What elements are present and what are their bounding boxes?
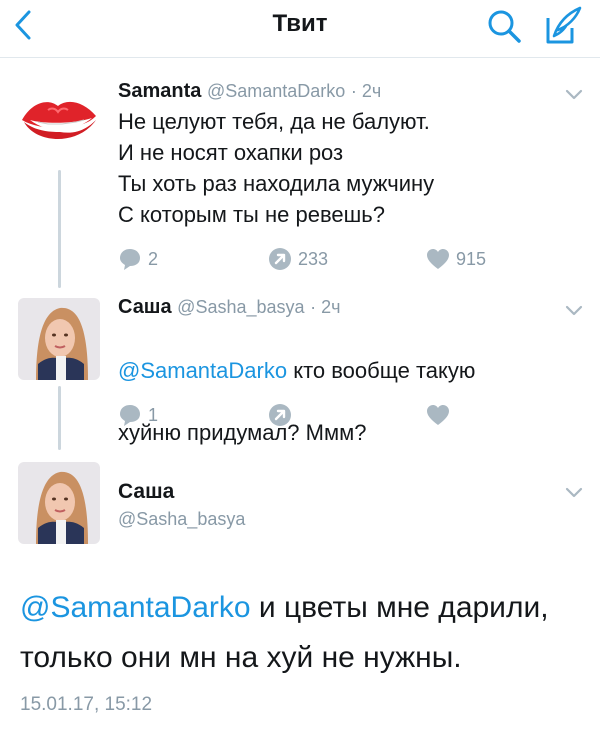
tweet-header: Саша <box>118 480 174 504</box>
reply-button[interactable]: 2 <box>118 246 158 272</box>
compose-button[interactable] <box>540 4 584 48</box>
reply-count: 1 <box>148 404 159 425</box>
profile-photo-icon <box>18 462 100 544</box>
tweet-text: @SamantaDarko кто вообще такую хуйню при… <box>118 324 578 448</box>
reply-icon <box>120 249 140 270</box>
tweet-text-part: кто вообще такую <box>287 358 476 383</box>
display-name[interactable]: Samanta <box>118 80 201 102</box>
thread-line <box>58 386 61 450</box>
chevron-down-icon[interactable] <box>564 88 584 102</box>
lips-icon <box>22 101 96 139</box>
like-button[interactable]: 915 <box>426 246 486 272</box>
handle[interactable]: @Sasha_basya <box>177 297 304 317</box>
avatar-sasha[interactable] <box>18 462 100 544</box>
retweet-button[interactable] <box>268 402 292 428</box>
tweet-header: Саша @Sasha_basya · 2ч <box>118 296 340 319</box>
like-count: 915 <box>456 248 487 269</box>
like-button[interactable] <box>426 402 450 428</box>
tweet-time: · 2ч <box>350 81 382 101</box>
retweet-icon <box>269 404 291 426</box>
display-name[interactable]: Саша <box>118 480 174 503</box>
tweet-time: · 2ч <box>310 297 341 317</box>
chevron-down-icon[interactable] <box>564 304 584 318</box>
top-bar: Твит <box>0 0 600 58</box>
heart-icon <box>427 405 449 425</box>
reply-icon <box>120 405 140 426</box>
handle[interactable]: @SamantaDarko <box>207 81 345 101</box>
search-button[interactable] <box>484 6 524 46</box>
reply-button[interactable]: 1 <box>118 402 158 428</box>
display-name[interactable]: Саша <box>118 296 172 318</box>
heart-icon <box>427 249 449 269</box>
tweet-header: @Sasha_basya <box>118 508 245 531</box>
compose-icon <box>546 6 582 44</box>
tweet-header: Samanta @SamantaDarko · 2ч <box>118 80 381 103</box>
tweet-text: Не целуют тебя, да не балуют. И не носят… <box>118 109 435 227</box>
chevron-down-icon[interactable] <box>564 486 584 500</box>
tweet-samanta[interactable]: Samanta @SamantaDarko · 2ч Не целуют теб… <box>0 58 600 288</box>
mention-link[interactable]: @SamantaDarko <box>118 358 287 383</box>
retweet-count: 233 <box>298 248 329 269</box>
main-tweet-text: @SamantaDarko и цветы мне дарили, только… <box>20 583 590 683</box>
profile-photo-icon <box>18 298 100 380</box>
reply-count: 2 <box>148 248 159 269</box>
retweet-icon <box>269 248 291 270</box>
avatar-sasha[interactable] <box>18 298 100 380</box>
mention-link[interactable]: @SamantaDarko <box>20 591 251 624</box>
thread-line <box>58 170 61 288</box>
avatar-samanta[interactable] <box>18 80 100 162</box>
handle[interactable]: @Sasha_basya <box>118 509 245 529</box>
search-icon <box>488 10 521 43</box>
tweet-timestamp: 15.01.17, 15:12 <box>20 694 153 715</box>
retweet-button[interactable]: 233 <box>268 246 328 272</box>
tweet-sasha-reply[interactable]: Саша @Sasha_basya · 2ч @SamantaDarko кто… <box>0 288 600 450</box>
